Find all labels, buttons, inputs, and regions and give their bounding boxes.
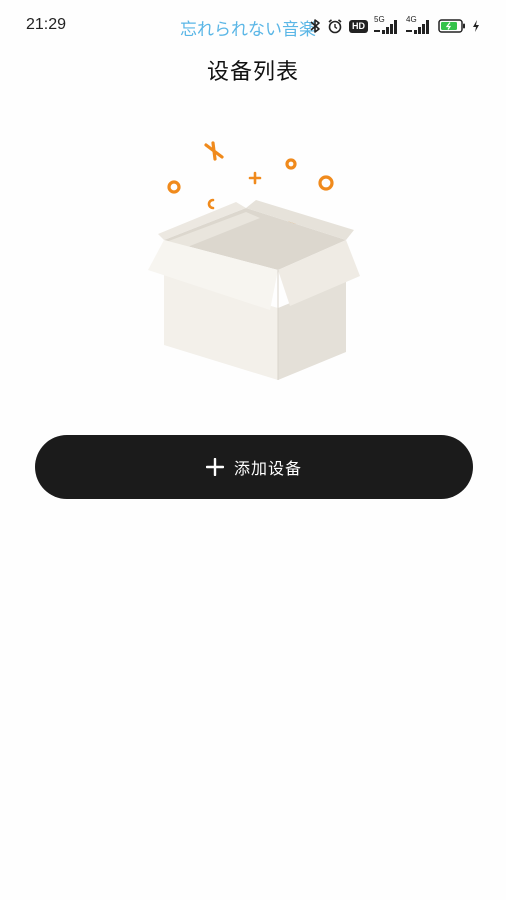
device-list-screen: 21:29 忘れられない音楽 HD 5G 4G 设备列表 添加设备 xyxy=(0,0,506,900)
status-icons: HD 5G 4G xyxy=(309,16,480,36)
empty-box-icon xyxy=(140,130,370,390)
alarm-icon xyxy=(327,18,343,34)
signal-5g-icon: 5G xyxy=(374,15,400,34)
hd-icon: HD xyxy=(349,19,368,33)
bluetooth-icon xyxy=(309,18,321,34)
add-device-button[interactable]: 添加设备 xyxy=(35,435,473,499)
status-bar: 21:29 忘れられない音楽 HD 5G 4G xyxy=(0,0,506,52)
charging-icon xyxy=(472,19,480,33)
now-playing-text: 忘れられない音楽 xyxy=(180,20,316,40)
status-time: 21:29 xyxy=(26,16,67,33)
network-4g-label: 4G xyxy=(406,15,417,24)
signal-4g-icon: 4G xyxy=(406,15,432,34)
plus-icon xyxy=(205,458,224,476)
network-5g-label: 5G xyxy=(374,15,385,24)
add-device-label: 添加设备 xyxy=(233,459,302,478)
battery-icon xyxy=(438,19,466,33)
page-title: 设备列表 xyxy=(206,60,299,85)
